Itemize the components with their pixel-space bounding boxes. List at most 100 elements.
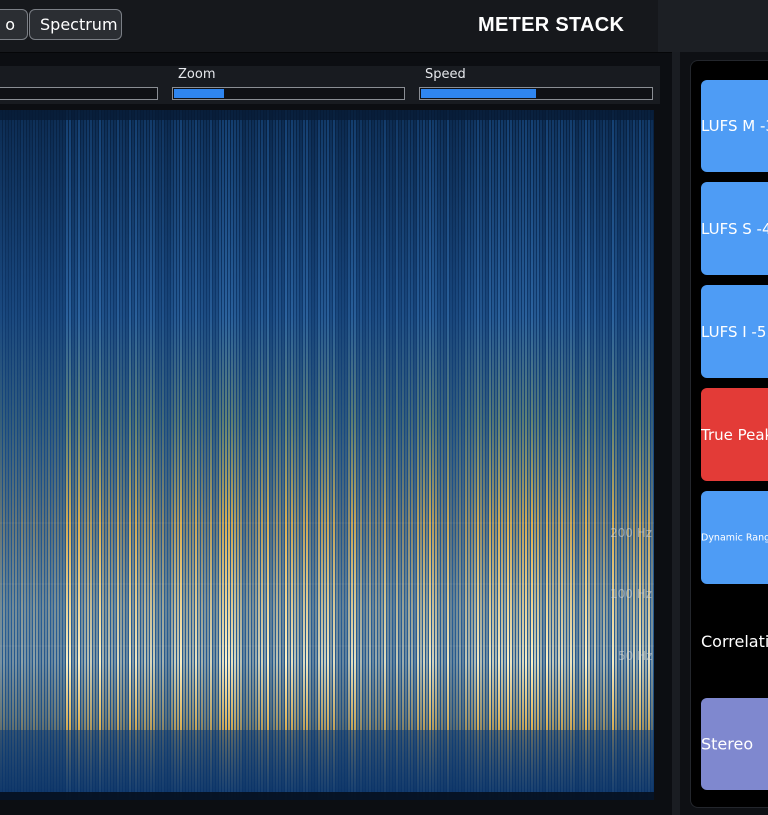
spectrogram-column (117, 110, 119, 800)
spectrogram-column (240, 110, 242, 800)
spectrogram-column (468, 110, 470, 800)
spectrogram-column (189, 110, 191, 800)
spectrogram-column (171, 110, 173, 800)
spectrogram-column (54, 110, 56, 800)
spectrogram-column (27, 110, 29, 800)
spectrogram-column (402, 110, 404, 800)
spectrogram-column (399, 110, 401, 800)
lufs-momentary-meter[interactable]: LUFS M -3 (701, 80, 768, 172)
spectrogram-column (378, 110, 380, 800)
spectrogram-column (273, 110, 275, 800)
spectrogram-column (534, 110, 536, 800)
lufs-short-term-label: LUFS S -4 (701, 219, 768, 238)
spectrogram-column (141, 110, 143, 800)
spectrogram-column (144, 110, 146, 800)
lufs-integrated-meter[interactable]: LUFS I -5. (701, 285, 768, 378)
spectrogram-column (120, 110, 122, 800)
spectrogram-column (450, 110, 452, 800)
spectrogram-column (231, 110, 233, 800)
spectrogram-column (96, 110, 98, 800)
spectrogram-column (348, 110, 350, 800)
spectrogram-column (465, 110, 467, 800)
spectrogram-column (453, 110, 455, 800)
spectrogram-column (312, 110, 314, 800)
spectrogram-column (303, 110, 305, 800)
spectrogram-column (78, 110, 80, 800)
spectrogram-column (210, 110, 212, 800)
spectrogram-column (471, 110, 473, 800)
spectrogram-column (363, 110, 365, 800)
spectrogram-column (291, 110, 293, 800)
spectrogram-column (225, 110, 227, 800)
spectrogram-column (444, 110, 446, 800)
panel-divider[interactable] (672, 52, 680, 815)
spectrogram-column (411, 110, 413, 800)
correlation-label: Correlati (701, 632, 768, 651)
dynamic-range-meter[interactable]: Dynamic Rang (701, 491, 768, 584)
stereo-meter[interactable]: Stereo (701, 698, 768, 790)
spectrogram-column (423, 110, 425, 800)
spectrogram-column (627, 110, 629, 800)
spectrogram-column (630, 110, 632, 800)
spectrogram-column (345, 110, 347, 800)
spectrogram-column (339, 110, 341, 800)
spectrogram-column (573, 110, 575, 800)
spectrogram-column (33, 110, 35, 800)
spectrogram-column (72, 110, 74, 800)
freq-label-100: 100 Hz (610, 587, 652, 601)
lufs-momentary-label: LUFS M -3 (701, 117, 768, 135)
spectrogram-column (522, 110, 524, 800)
spectrogram-column (0, 110, 2, 800)
spectrogram-column (3, 110, 5, 800)
spectrogram[interactable]: 200 Hz 100 Hz 50 Hz (0, 110, 654, 800)
spectrum-button[interactable]: Spectrum (29, 9, 122, 40)
spectrogram-column (597, 110, 599, 800)
spectrogram-column (642, 110, 644, 800)
spectrogram-canvas: 200 Hz 100 Hz 50 Hz (0, 110, 654, 800)
spectrogram-column (483, 110, 485, 800)
spectrogram-column (15, 110, 17, 800)
spectrogram-column (87, 110, 89, 800)
spectrogram-column (258, 110, 260, 800)
spectrogram-column (603, 110, 605, 800)
spectrogram-column (495, 110, 497, 800)
zoom-slider[interactable] (172, 87, 405, 100)
spectrogram-column (327, 110, 329, 800)
spectrogram-column (477, 110, 479, 800)
true-peak-meter[interactable]: True Peak (701, 388, 768, 481)
spectrogram-column (48, 110, 50, 800)
spectrogram-column (447, 110, 449, 800)
spectrogram-column (135, 110, 137, 800)
spectrogram-column (639, 110, 641, 800)
spectrogram-column (432, 110, 434, 800)
spectrogram-column (366, 110, 368, 800)
spectrogram-column (90, 110, 92, 800)
spectrogram-column (420, 110, 422, 800)
spectrogram-column (216, 110, 218, 800)
spectrogram-column (504, 110, 506, 800)
lufs-short-term-meter[interactable]: LUFS S -4 (701, 182, 768, 275)
spectrogram-column (582, 110, 584, 800)
spectrogram-column (372, 110, 374, 800)
hidden-slider[interactable] (0, 87, 158, 100)
spectrogram-column (648, 110, 650, 800)
spectrogram-column (513, 110, 515, 800)
spectrogram-column (594, 110, 596, 800)
spectrogram-column (213, 110, 215, 800)
spectrogram-column (336, 110, 338, 800)
spectrogram-column (261, 110, 263, 800)
spectrogram-column (405, 110, 407, 800)
spectrogram-column (621, 110, 623, 800)
spectrogram-column (486, 110, 488, 800)
spectrogram-column (24, 110, 26, 800)
speed-slider[interactable] (419, 87, 653, 100)
spectrogram-column (207, 110, 209, 800)
spectrogram-column (318, 110, 320, 800)
stereo-label: Stereo (701, 734, 754, 754)
spectrogram-column (384, 110, 386, 800)
mode-button[interactable]: o (0, 9, 28, 40)
spectrogram-column (147, 110, 149, 800)
spectrogram-column (591, 110, 593, 800)
spectrogram-column (474, 110, 476, 800)
spectrogram-column (426, 110, 428, 800)
